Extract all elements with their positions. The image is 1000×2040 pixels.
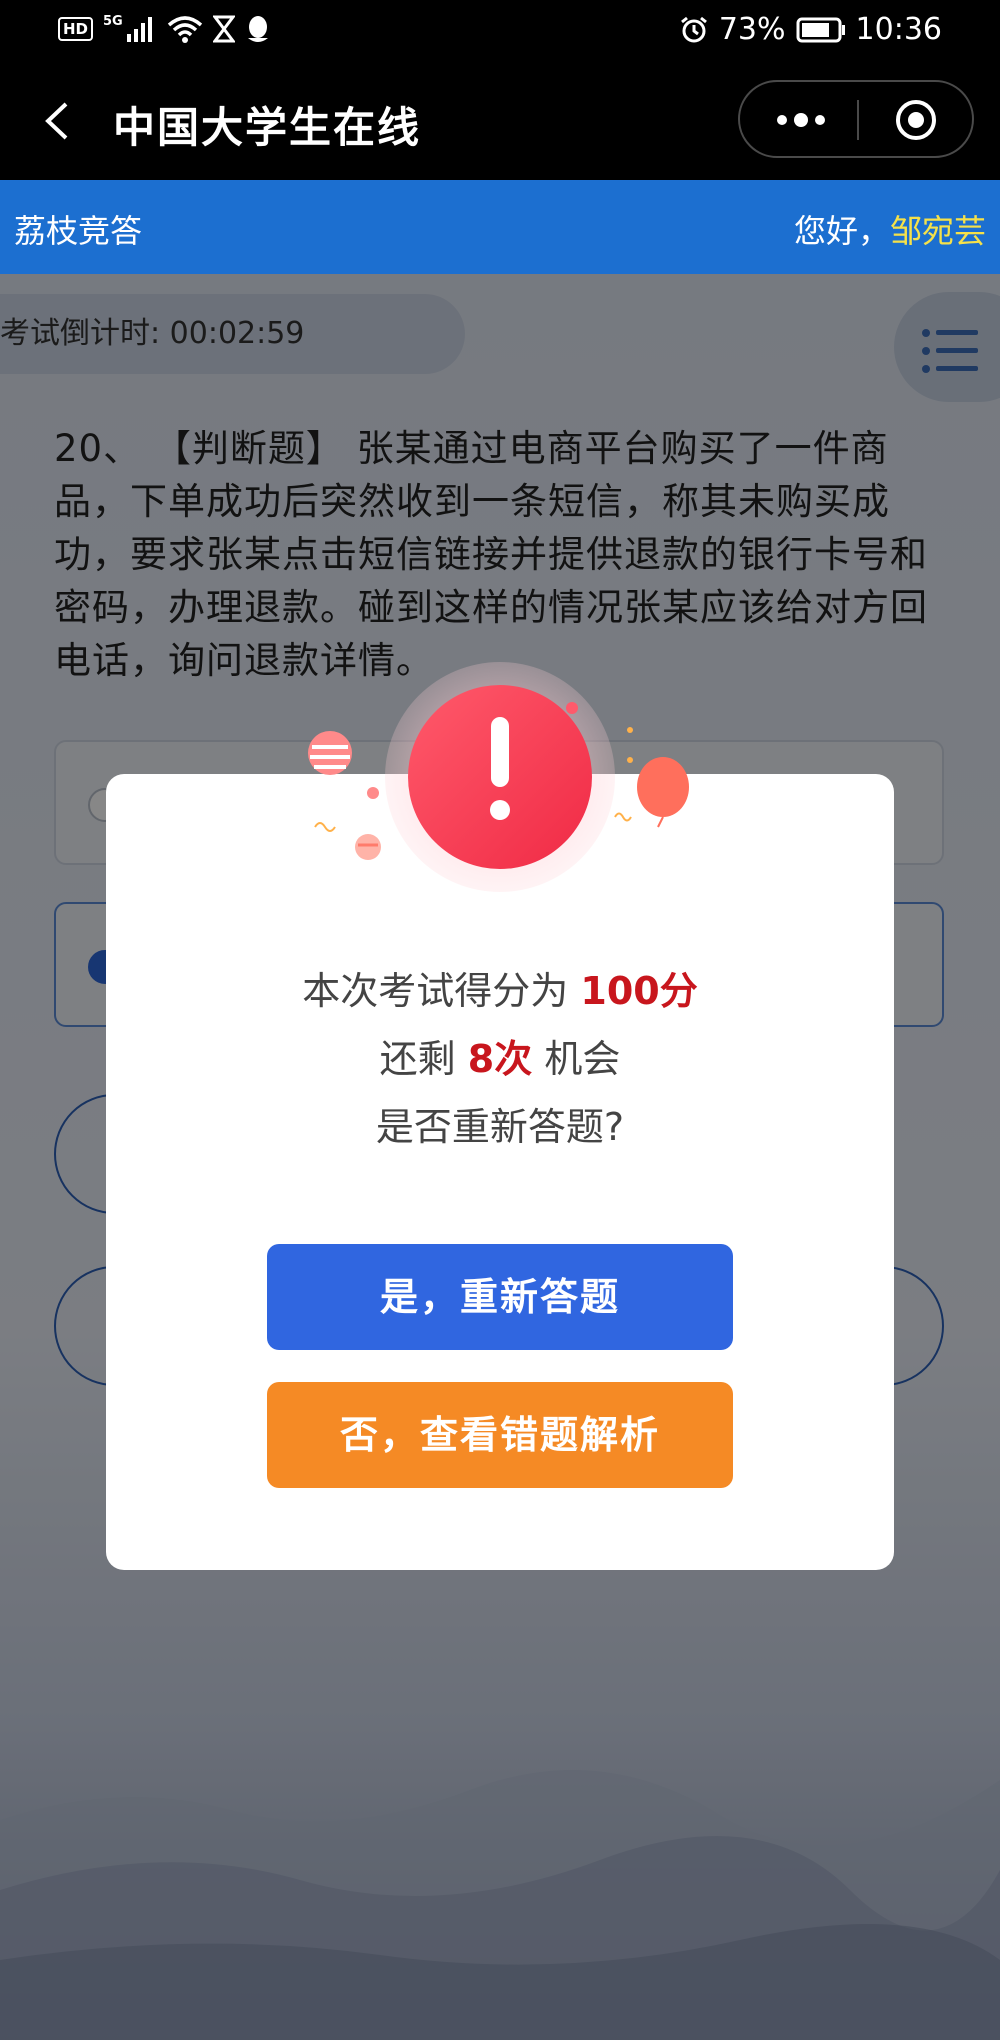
battery-percent: 73%: [718, 12, 786, 47]
status-right: 73% 10:36: [679, 12, 942, 47]
greeting-text: 您好，: [793, 212, 890, 250]
remain-value: 8次: [467, 1037, 533, 1081]
hourglass-icon: [212, 15, 235, 43]
score-prefix: 本次考试得分为: [302, 969, 569, 1013]
score-line: 本次考试得分为 100分: [106, 960, 894, 1015]
remain-prefix: 还剩: [379, 1037, 456, 1081]
review-mistakes-button[interactable]: 否，查看错题解析: [267, 1382, 733, 1488]
back-icon[interactable]: [36, 96, 86, 146]
network-label: 5G: [103, 13, 123, 29]
mini-program-capsule: [738, 80, 974, 158]
app-header: 荔枝竞答 您好，邹宛芸: [0, 180, 1000, 274]
alert-decoration: [308, 662, 689, 892]
small-ball-decoration: [355, 834, 381, 860]
score-value: 100分: [580, 969, 698, 1013]
qq-icon: [247, 16, 268, 42]
nav-bar: 中国大学生在线: [0, 60, 1000, 180]
wifi-icon: [167, 16, 202, 43]
nav-title: 中国大学生在线: [113, 103, 422, 152]
more-icon[interactable]: [774, 108, 828, 132]
remaining-line: 还剩 8次 机会: [106, 1028, 894, 1083]
app-name: 荔枝竞答: [14, 212, 143, 250]
target-icon[interactable]: [894, 98, 938, 142]
status-bar: HD 5G 73% 10:36: [0, 0, 1000, 60]
status-left: HD 5G: [58, 14, 271, 44]
clock: 10:36: [855, 12, 942, 47]
retry-question: 是否重新答题?: [375, 1105, 625, 1149]
retry-button[interactable]: 是，重新答题: [267, 1244, 733, 1350]
alarm-icon: [680, 16, 707, 42]
greeting: 您好，邹宛芸: [794, 206, 986, 252]
user-name: 邹宛芸: [889, 212, 986, 250]
remain-suffix: 机会: [544, 1037, 621, 1081]
balloon-decoration: [637, 757, 689, 817]
capsule-divider: [857, 100, 859, 140]
signal-icon: [126, 17, 152, 42]
battery-icon: [796, 17, 845, 42]
hd-badge: HD: [58, 17, 94, 41]
